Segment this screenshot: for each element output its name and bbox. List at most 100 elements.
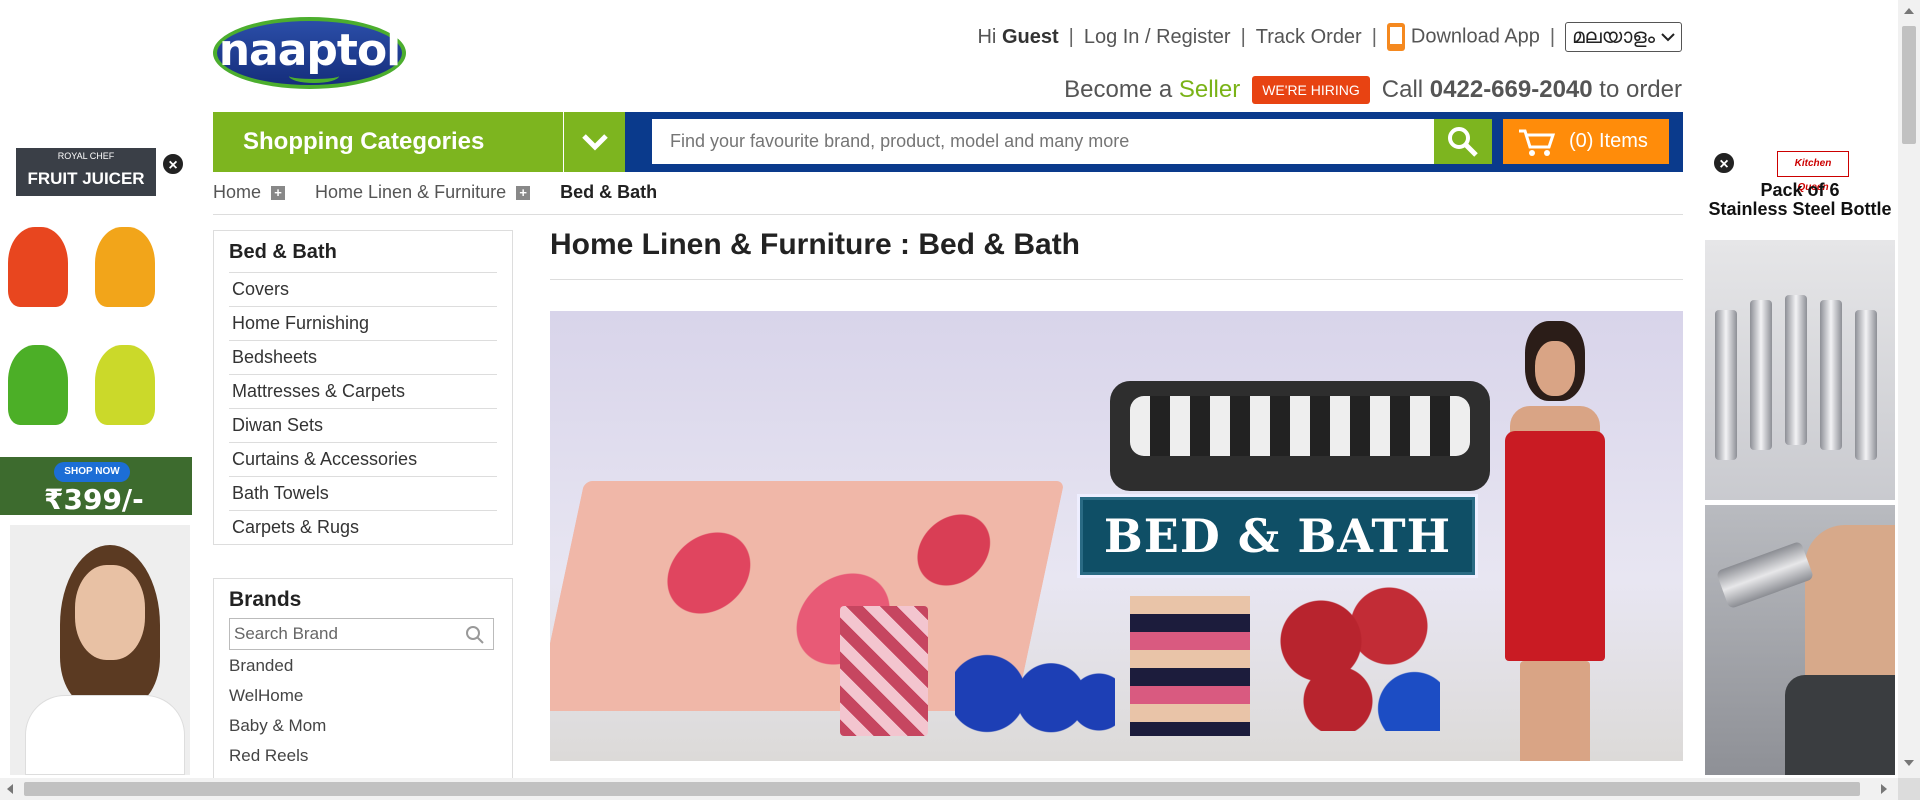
model-towel	[1505, 431, 1605, 661]
divider	[213, 214, 1683, 215]
breadcrumb-home-linen[interactable]: Home Linen & Furniture	[315, 182, 506, 203]
scrollbar-thumb[interactable]	[24, 782, 1860, 796]
category-list: Covers Home Furnishing Bedsheets Mattres…	[229, 272, 497, 544]
greeting-user: Guest	[1001, 25, 1059, 48]
sidebar-item-bath-towels[interactable]: Bath Towels	[229, 476, 497, 510]
breadcrumb: Home + Home Linen & Furniture + Bed & Ba…	[213, 182, 657, 203]
login-link[interactable]: Log In / Register	[1084, 26, 1231, 49]
sidebar-item-bedsheets[interactable]: Bedsheets	[229, 340, 497, 374]
seller-row: Become a Seller WE'RE HIRING Call 0422-6…	[1064, 76, 1682, 104]
cover-image	[840, 606, 928, 736]
shopping-categories-button[interactable]: Shopping Categories	[213, 112, 563, 172]
separator: |	[1549, 25, 1556, 48]
plus-icon[interactable]: +	[271, 185, 286, 200]
bottle	[1855, 310, 1877, 460]
bottle	[1750, 300, 1772, 450]
banner-title: BED & BATH	[1077, 494, 1478, 578]
mobile-phone-icon	[1386, 23, 1405, 51]
cart-icon	[1519, 129, 1556, 156]
scroll-down-icon[interactable]	[1904, 760, 1914, 766]
banner-text: BED & BATH	[1103, 509, 1452, 563]
breadcrumb-home[interactable]: Home	[213, 182, 261, 203]
ad-line1: Pack of 6	[1760, 180, 1840, 200]
divider	[550, 279, 1683, 280]
left-ad-banner[interactable]: ROYAL CHEF FRUIT JUICER SHOP NOW ₹399/-	[0, 145, 192, 775]
brand-search-input[interactable]: Search Brand	[229, 618, 494, 650]
chevron-down-icon	[1661, 33, 1675, 42]
sofa-image	[1110, 381, 1490, 491]
search-icon	[1448, 126, 1478, 157]
brand-search-placeholder: Search Brand	[234, 624, 338, 643]
scrollbar-thumb[interactable]	[1902, 26, 1916, 144]
juicer-image	[95, 345, 155, 425]
become-text: Become a	[1064, 76, 1173, 103]
brand-item-baby-mom[interactable]: Baby & Mom	[214, 710, 512, 740]
scroll-up-icon[interactable]	[1904, 8, 1914, 14]
storage-bags-image	[955, 651, 1115, 736]
brand-item-welhome[interactable]: WelHome	[214, 680, 512, 710]
chevron-down-icon	[581, 134, 608, 151]
track-order-link[interactable]: Track Order	[1256, 26, 1362, 49]
model-face	[75, 565, 145, 660]
bottles-image	[1705, 240, 1895, 500]
bottle	[1715, 310, 1737, 460]
ad-price-band: SHOP NOW ₹399/-	[0, 457, 192, 516]
language-value: മലയാളം	[1572, 25, 1655, 48]
search-input[interactable]	[652, 119, 1434, 164]
horizontal-scrollbar[interactable]	[0, 778, 1898, 800]
bottle	[1820, 300, 1842, 450]
brand-item-red-reels[interactable]: Red Reels	[214, 740, 512, 770]
plus-icon[interactable]: +	[516, 185, 531, 200]
greeting: Hi Guest	[977, 26, 1058, 49]
separator: |	[1068, 25, 1074, 48]
vertical-scrollbar[interactable]	[1898, 0, 1920, 778]
juicer-image	[95, 227, 155, 307]
sidebar-item-curtains[interactable]: Curtains & Accessories	[229, 442, 497, 476]
seller-text: Seller	[1178, 76, 1241, 103]
juicer-image	[8, 345, 68, 425]
sidebar-item-mattresses[interactable]: Mattresses & Carpets	[229, 374, 497, 408]
scroll-left-icon[interactable]	[7, 784, 13, 794]
categories-dropdown-button[interactable]	[563, 112, 625, 172]
scroll-right-icon[interactable]	[1881, 784, 1887, 794]
sidebar-item-carpets-rugs[interactable]: Carpets & Rugs	[229, 510, 497, 544]
ad-line2: Stainless Steel Bottle	[1708, 199, 1892, 219]
call-text: Call	[1381, 76, 1424, 103]
close-icon[interactable]: ×	[161, 152, 185, 176]
naaptol-logo[interactable]: naaptol	[213, 17, 406, 89]
nav-bar: Shopping Categories (0) Items	[213, 112, 1683, 172]
model-top	[1785, 675, 1895, 775]
ad-model-image	[10, 525, 190, 775]
sidebar-item-diwan-sets[interactable]: Diwan Sets	[229, 408, 497, 442]
language-select[interactable]: മലയാളം	[1565, 22, 1682, 52]
close-icon[interactable]: ×	[1712, 151, 1736, 175]
ad-price: ₹399/-	[44, 483, 144, 516]
search-icon	[466, 626, 484, 644]
become-seller-link[interactable]: Become a Seller	[1064, 76, 1240, 104]
phone-number: 0422-669-2040	[1429, 76, 1593, 103]
model-shirt	[25, 695, 185, 775]
shop-now-button[interactable]: SHOP NOW	[54, 462, 130, 482]
sidebar-item-home-furnishing[interactable]: Home Furnishing	[229, 306, 497, 340]
download-app-link[interactable]: Download App	[1386, 23, 1540, 51]
logo-text: naaptol	[218, 24, 402, 76]
brand-item-branded[interactable]: Branded	[214, 650, 512, 680]
search-button[interactable]	[1434, 119, 1492, 164]
blanket-stack-image	[1130, 596, 1250, 736]
ad-headline: Pack of 6 Stainless Steel Bottle	[1705, 181, 1895, 219]
brands-filter: Brands Search Brand Branded WelHome Baby…	[213, 578, 513, 778]
ad-brand-logo: Kitchen Queen	[1777, 151, 1849, 193]
logo-smile-icon	[289, 69, 339, 83]
model-image	[1490, 321, 1620, 761]
towel-rolls-image	[1270, 581, 1440, 731]
ad-brand-small: ROYAL CHEF	[57, 151, 115, 161]
hiring-badge[interactable]: WE'RE HIRING	[1252, 76, 1370, 104]
sidebar-item-covers[interactable]: Covers	[229, 272, 497, 306]
bed-bath-banner[interactable]: BED & BATH	[550, 311, 1683, 761]
brands-title: Brands	[229, 588, 302, 611]
model-legs	[1520, 661, 1590, 761]
right-ad-banner[interactable]: Kitchen Queen Pack of 6 Stainless Steel …	[1705, 145, 1895, 775]
drinking-woman-image	[1705, 505, 1895, 775]
bottle	[1785, 295, 1807, 445]
cart-button[interactable]: (0) Items	[1503, 119, 1669, 164]
